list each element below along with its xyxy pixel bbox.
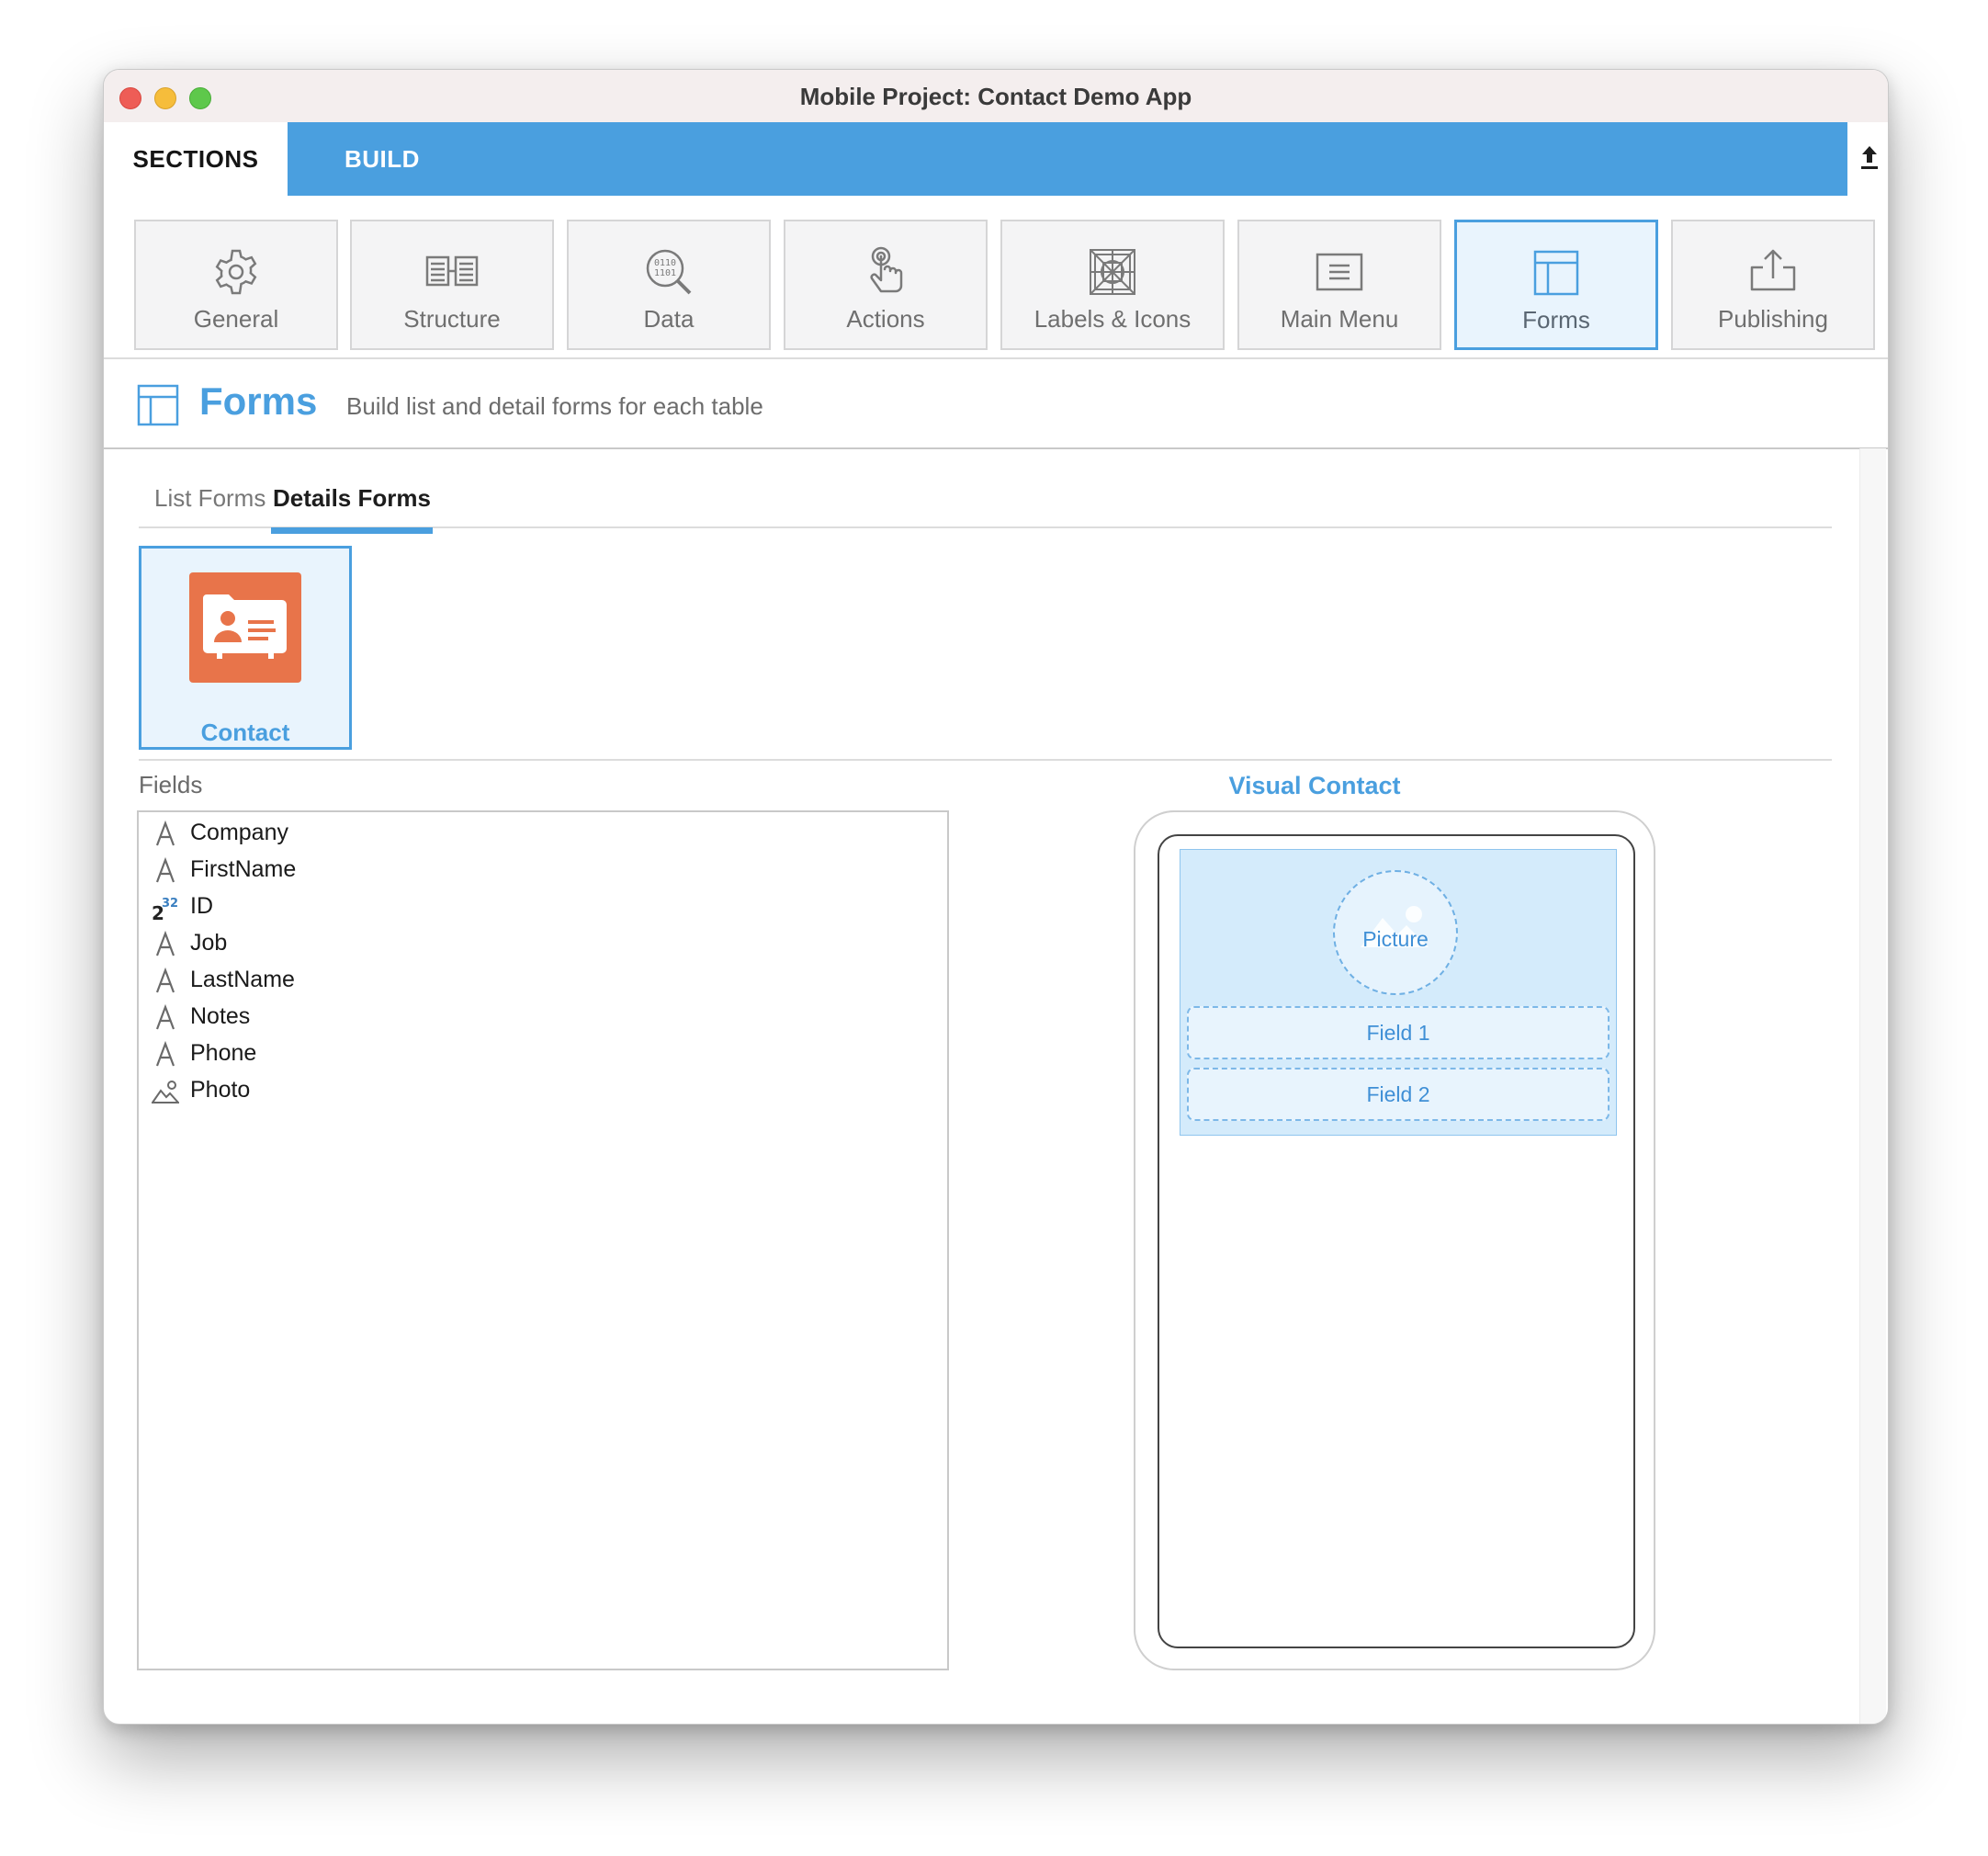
menu-list-icon — [1313, 245, 1366, 299]
picture-slot-label: Picture — [1362, 927, 1429, 951]
app-window: Mobile Project: Contact Demo App SECTION… — [103, 69, 1889, 1725]
fields-list[interactable]: Company FirstName 2 32 ID Job LastName N… — [137, 810, 949, 1670]
gear-icon — [209, 245, 263, 299]
list-item[interactable]: FirstName — [152, 853, 703, 889]
field-name: LastName — [190, 967, 295, 992]
section-actions-label: Actions — [846, 305, 925, 333]
forms-layout-icon — [137, 384, 179, 426]
field-name: Photo — [190, 1077, 251, 1103]
tab-list-forms[interactable]: List Forms — [154, 484, 265, 513]
section-main-menu-label: Main Menu — [1280, 305, 1399, 333]
forms-section-header: Forms Build list and detail forms for ea… — [104, 357, 1888, 449]
integer-type-icon: 2 32 — [152, 893, 179, 924]
svg-text:1101: 1101 — [654, 268, 676, 278]
forms-layout-icon — [1530, 246, 1583, 300]
section-structure-label: Structure — [403, 305, 501, 333]
title-bar: Mobile Project: Contact Demo App — [104, 70, 1888, 123]
field-slot-2[interactable]: Field 2 — [1187, 1068, 1610, 1121]
export-arrow-icon[interactable] — [1858, 142, 1881, 174]
section-structure-button[interactable]: Structure — [350, 220, 554, 350]
tab-details-forms[interactable]: Details Forms — [271, 484, 433, 534]
list-item[interactable]: Photo — [151, 1073, 703, 1110]
text-type-icon — [152, 967, 179, 996]
main-tab-strip: SECTIONS BUILD — [104, 122, 1888, 196]
phone-preview-screen: Picture Field 1 Field 2 — [1158, 834, 1635, 1648]
tab-build[interactable]: BUILD — [288, 122, 1847, 196]
sections-toolbar: General Structure 0110 1101 Data Actions… — [104, 196, 1888, 359]
section-data-button[interactable]: 0110 1101 Data — [567, 220, 771, 350]
field-slot-1[interactable]: Field 1 — [1187, 1006, 1610, 1059]
structure-icon — [425, 245, 479, 299]
text-type-icon — [152, 930, 179, 959]
list-item[interactable]: Notes — [152, 1000, 703, 1036]
field-name: Phone — [190, 1040, 257, 1066]
section-general-label: General — [193, 305, 279, 333]
text-type-icon — [152, 1003, 179, 1033]
field-name: FirstName — [190, 856, 297, 882]
list-item[interactable]: LastName — [152, 963, 703, 1000]
section-forms-label: Forms — [1522, 306, 1590, 334]
section-publishing-label: Publishing — [1718, 305, 1828, 333]
svg-text:0110: 0110 — [654, 258, 676, 268]
section-data-label: Data — [643, 305, 695, 333]
visual-form-title: Visual Contact — [1228, 772, 1401, 799]
section-divider — [139, 759, 1832, 761]
list-item[interactable]: Phone — [152, 1036, 703, 1073]
svg-text:32: 32 — [162, 897, 178, 911]
window-title: Mobile Project: Contact Demo App — [799, 83, 1192, 110]
list-item[interactable]: 2 32 ID — [152, 889, 703, 926]
text-type-icon — [152, 1040, 179, 1069]
picture-slot[interactable]: Picture — [1333, 870, 1458, 995]
data-search-icon: 0110 1101 — [642, 245, 695, 299]
forms-subtabs: List Forms Details Forms — [139, 475, 1832, 534]
section-general-button[interactable]: General — [134, 220, 338, 350]
contact-card-icon — [189, 572, 301, 683]
list-item[interactable]: Job — [152, 926, 703, 963]
tab-sections[interactable]: SECTIONS — [104, 122, 288, 196]
text-type-icon — [152, 856, 179, 886]
table-card-contact[interactable]: Contact — [139, 546, 352, 750]
field-name: Job — [190, 930, 228, 956]
form-drop-zone[interactable]: Picture Field 1 Field 2 — [1180, 849, 1617, 1136]
vertical-scrollbar[interactable] — [1859, 448, 1886, 1724]
table-card-label: Contact — [200, 719, 290, 746]
section-main-menu-button[interactable]: Main Menu — [1237, 220, 1441, 350]
section-labels-icons-button[interactable]: Labels & Icons — [1000, 220, 1225, 350]
upload-tray-icon — [1746, 245, 1800, 299]
field-name: Notes — [190, 1003, 251, 1029]
page-description: Build list and detail forms for each tab… — [346, 392, 763, 420]
list-item[interactable]: Company — [152, 816, 703, 853]
fields-heading: Fields — [139, 771, 203, 798]
page-title: Forms — [199, 379, 318, 423]
section-forms-button[interactable]: Forms — [1454, 220, 1658, 350]
phone-preview-frame: Picture Field 1 Field 2 — [1134, 810, 1655, 1670]
field-name: ID — [190, 893, 213, 919]
touch-hand-icon — [859, 245, 912, 299]
labels-icons-grid-icon — [1086, 245, 1139, 299]
section-actions-button[interactable]: Actions — [784, 220, 988, 350]
section-publishing-button[interactable]: Publishing — [1671, 220, 1875, 350]
field-name: Company — [190, 820, 288, 845]
picture-type-icon — [151, 1077, 181, 1106]
text-type-icon — [152, 820, 179, 849]
section-labels-icons-label: Labels & Icons — [1034, 305, 1192, 333]
